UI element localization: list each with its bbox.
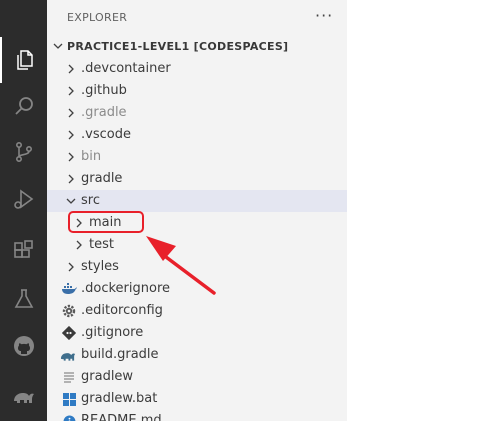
git-icon [61, 325, 77, 341]
tree-item-label: .gitignore [81, 325, 144, 340]
tree-item-label: src [81, 193, 100, 208]
chevron-right-icon [68, 64, 74, 74]
tree-item-test[interactable]: test [47, 234, 347, 256]
tree-item-gradle-cache[interactable]: .gradle [47, 102, 347, 124]
chevron-right-icon [68, 108, 74, 118]
tree-item-vscode[interactable]: .vscode [47, 124, 347, 146]
testing-icon[interactable] [0, 276, 47, 322]
tree-item-label: styles [81, 259, 119, 274]
source-control-icon[interactable] [0, 129, 47, 175]
tree-item-label: .editorconfig [81, 303, 163, 318]
tree-item-styles[interactable]: styles [47, 256, 347, 278]
extensions-icon[interactable] [0, 228, 47, 274]
explorer-files-icon[interactable] [0, 37, 47, 83]
text-file-icon [61, 369, 77, 385]
tree-item-label: test [89, 237, 114, 252]
github-icon[interactable] [0, 323, 47, 369]
tree-item-label: .vscode [81, 127, 131, 142]
workspace-root-label: PRACTICE1-LEVEL1 [CODESPACES] [67, 40, 289, 53]
tree-item-readme[interactable]: README.md [47, 410, 347, 421]
tree-item-editorconfig[interactable]: .editorconfig [47, 300, 347, 322]
workspace-root[interactable]: PRACTICE1-LEVEL1 [CODESPACES] [47, 36, 347, 58]
chevron-right-icon [68, 262, 74, 272]
tree-item-gradlew[interactable]: gradlew [47, 366, 347, 388]
tree-item-build-gradle[interactable]: build.gradle [47, 344, 347, 366]
chevron-right-icon [68, 86, 74, 96]
tree-item-gradle[interactable]: gradle [47, 168, 347, 190]
tree-item-label: build.gradle [81, 347, 159, 362]
tree-item-gradlew-bat[interactable]: gradlew.bat [47, 388, 347, 410]
tree-item-label: .github [81, 83, 127, 98]
gradle-icon [60, 347, 76, 363]
chevron-right-icon [76, 240, 82, 250]
gradle-elephant-icon[interactable] [0, 372, 47, 418]
run-debug-icon[interactable] [0, 176, 47, 222]
tree-item-dockerignore[interactable]: .dockerignore [47, 278, 347, 300]
tree-item-label: gradle [81, 171, 123, 186]
chevron-right-icon [68, 174, 74, 184]
tree-item-label: .gradle [81, 105, 127, 120]
chevron-right-icon [68, 152, 74, 162]
tree-item-label: bin [81, 149, 102, 164]
tree-item-github[interactable]: .github [47, 80, 347, 102]
tree-item-label: gradlew [81, 369, 134, 384]
tree-item-label: .dockerignore [81, 281, 171, 296]
tree-item-label: gradlew.bat [81, 391, 158, 406]
search-icon[interactable] [0, 83, 47, 129]
chevron-down-icon [66, 198, 76, 204]
annotation-highlight-box [68, 211, 144, 233]
docker-icon [61, 281, 77, 297]
chevron-right-icon [68, 130, 74, 140]
gear-icon [61, 303, 77, 319]
windows-icon [61, 391, 77, 407]
more-actions-button[interactable]: ··· [315, 6, 333, 25]
tree-item-gitignore[interactable]: .gitignore [47, 322, 347, 344]
tree-item-src[interactable]: src [47, 190, 347, 212]
tree-item-bin[interactable]: bin [47, 146, 347, 168]
tree-item-label: README.md [81, 413, 162, 421]
tree-item-devcontainer[interactable]: .devcontainer [47, 58, 347, 80]
info-icon [61, 413, 77, 421]
tree-item-label: .devcontainer [81, 61, 171, 76]
activity-bar [0, 0, 47, 421]
chevron-down-icon [53, 43, 63, 49]
explorer-title: EXPLORER [67, 11, 128, 24]
